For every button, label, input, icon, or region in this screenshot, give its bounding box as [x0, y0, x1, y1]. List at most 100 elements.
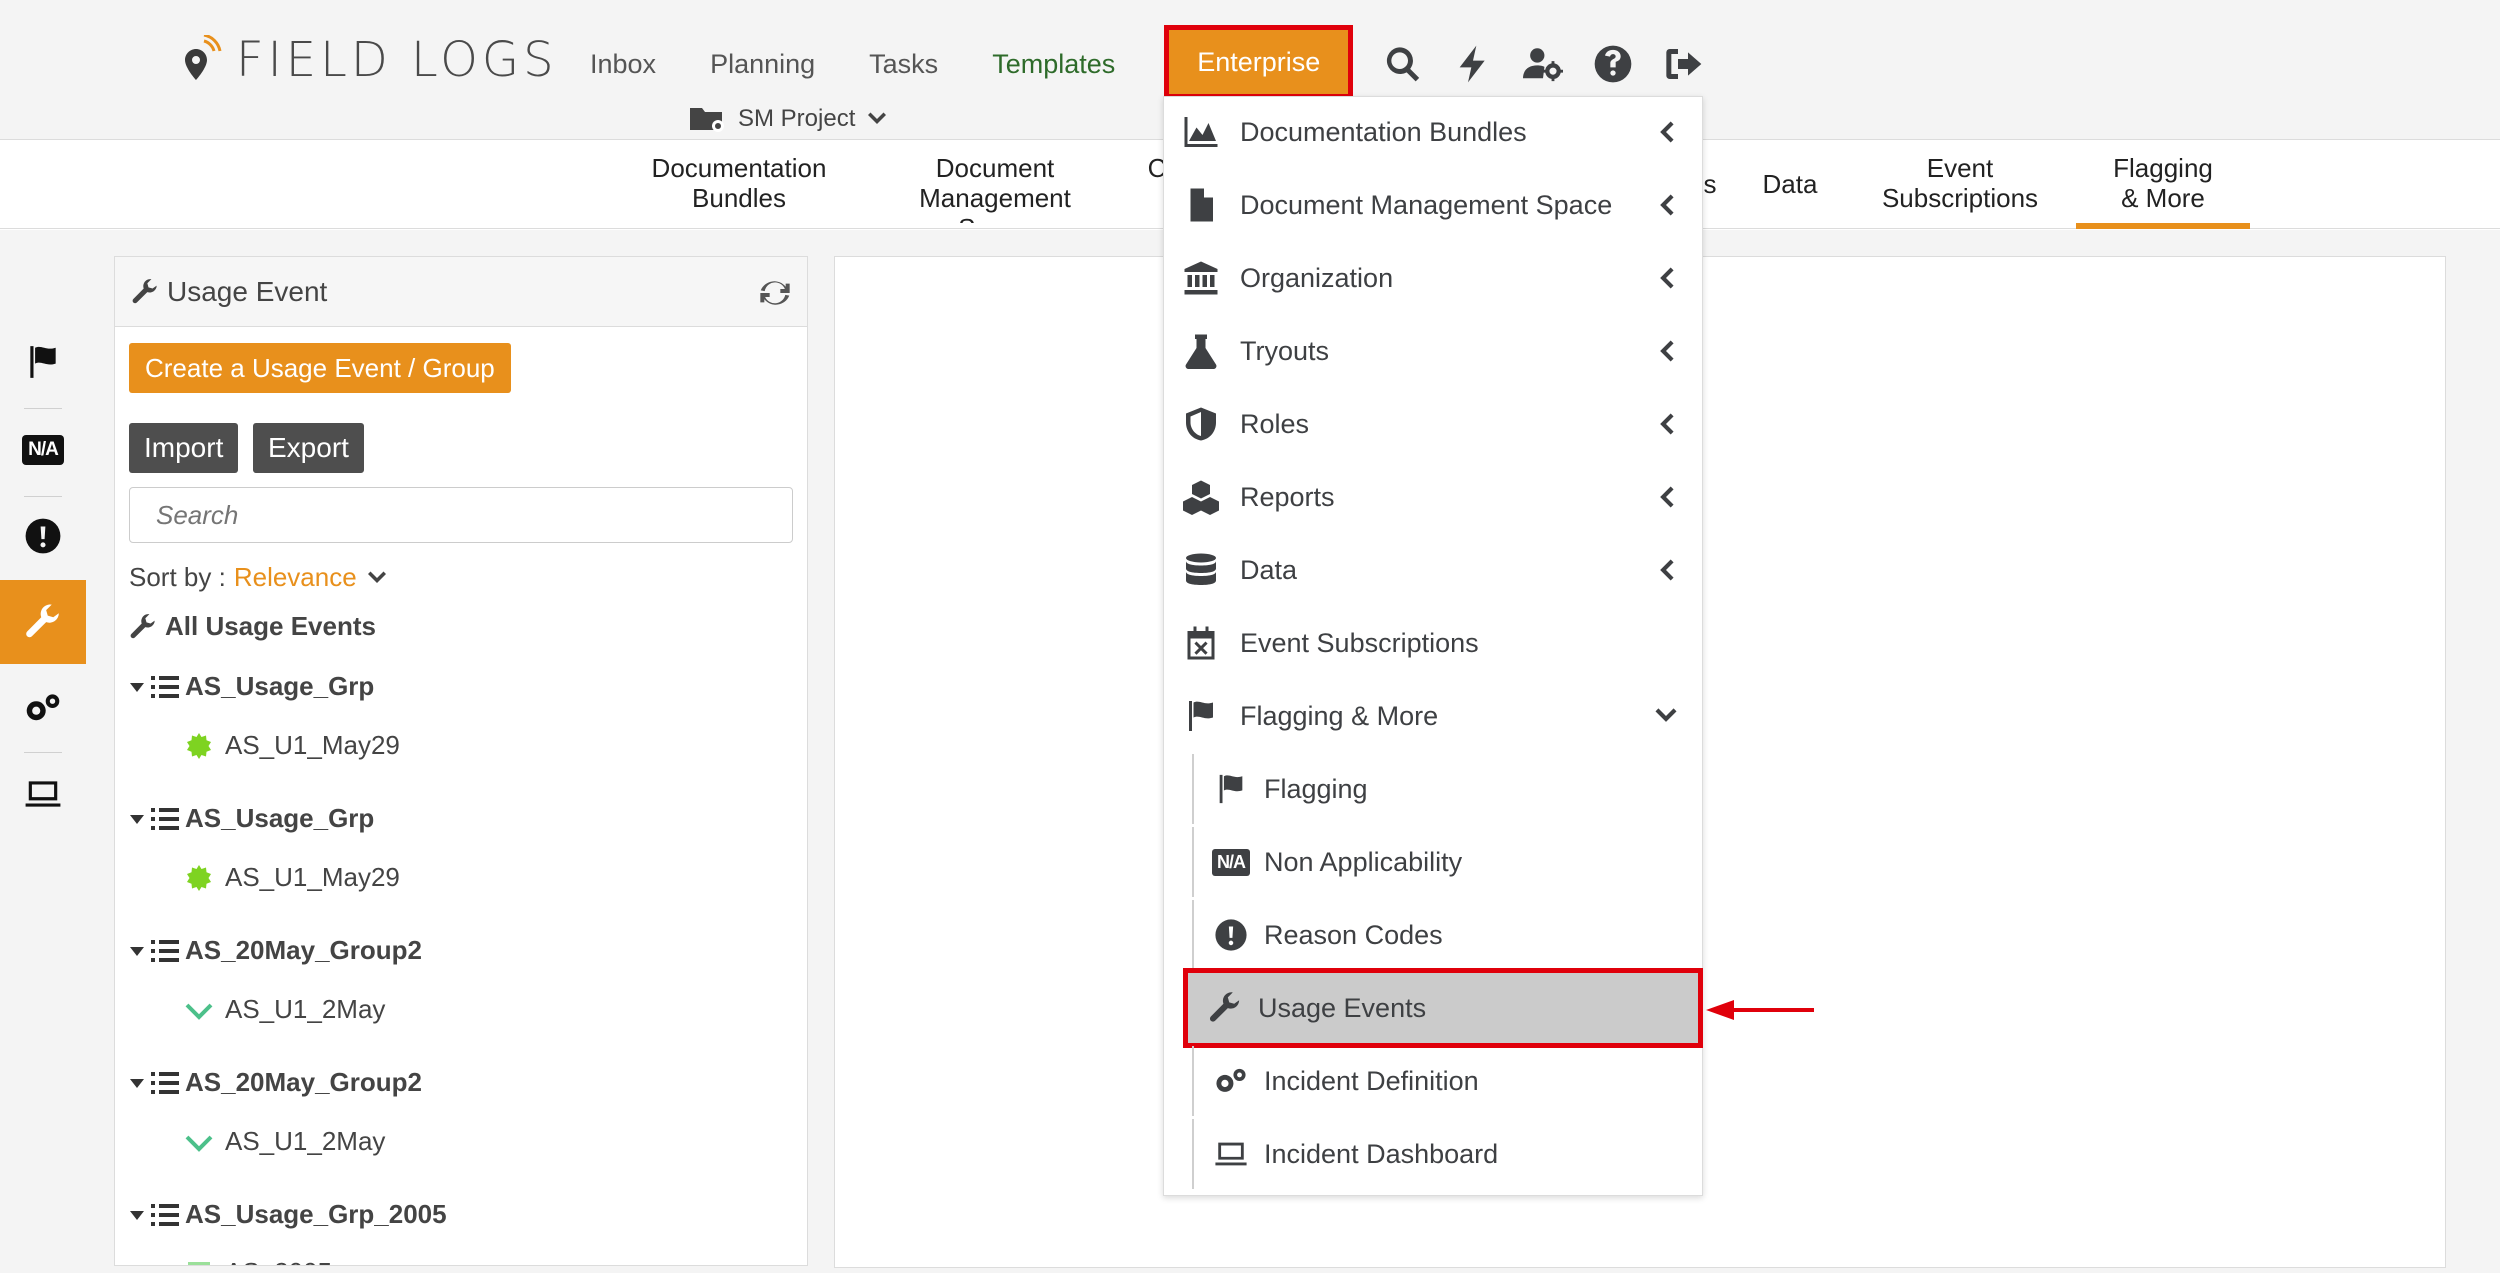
all-usage-events[interactable]: All Usage Events — [129, 611, 376, 642]
na-icon: N/A — [22, 435, 64, 465]
tree-item[interactable]: AS_U1_2May — [185, 994, 385, 1025]
location-pin-icon — [185, 35, 222, 80]
tree-item[interactable]: AS_2005 — [185, 1257, 332, 1265]
refresh-icon — [760, 281, 790, 305]
tree-group[interactable]: AS_20May_Group2 — [129, 1067, 422, 1098]
tree-item[interactable]: AS_U1_2May — [185, 1126, 385, 1157]
menu-item-roles[interactable]: Roles — [1164, 389, 1704, 459]
building-columns-icon — [1184, 261, 1218, 295]
tab-flagging-more[interactable]: Flagging & More — [2076, 153, 2250, 229]
import-button[interactable]: Import — [129, 423, 239, 473]
menu-item-data[interactable]: Data — [1164, 535, 1704, 605]
sort-by[interactable]: Sort by : Relevance — [129, 562, 389, 593]
rail-non-applicability[interactable]: N/A — [0, 408, 86, 492]
group-name: AS_20May_Group2 — [185, 935, 422, 965]
shield-icon — [1186, 407, 1216, 441]
menu-item-tryouts[interactable]: Tryouts — [1164, 316, 1704, 386]
refresh-button[interactable] — [759, 277, 791, 309]
caret-down-icon — [130, 814, 144, 824]
check-icon — [185, 1003, 213, 1020]
rail-incident-definition[interactable] — [0, 666, 86, 750]
rail-reason-codes[interactable] — [0, 494, 86, 578]
logo-text: FIELD LOGS — [236, 32, 558, 88]
nav-enterprise[interactable]: Enterprise — [1164, 25, 1354, 99]
na-icon: N/A — [1212, 848, 1250, 876]
help-button[interactable] — [1588, 39, 1638, 89]
submenu-item-incident-dashboard[interactable]: Incident Dashboard — [1192, 1119, 1698, 1189]
submenu-item-incident-definition[interactable]: Incident Definition — [1192, 1046, 1698, 1116]
left-icon-rail: N/A — [0, 230, 86, 1273]
nav-tasks[interactable]: Tasks — [869, 39, 938, 89]
item-name: AS_U1_2May — [225, 994, 386, 1024]
submenu-item-reason-codes[interactable]: Reason Codes — [1192, 900, 1698, 970]
panel-header: Usage Event — [115, 257, 807, 327]
panel-title: Usage Event — [167, 275, 328, 307]
chevron-left-icon — [1660, 340, 1674, 362]
tree-item[interactable]: AS_U1_May29 — [185, 730, 400, 761]
rail-flagging[interactable] — [0, 320, 86, 404]
tree-group[interactable]: AS_Usage_Grp_2005 — [129, 1199, 447, 1230]
submenu-item-label: Flagging — [1264, 773, 1368, 804]
nav-planning[interactable]: Planning — [710, 39, 815, 89]
cogs-icon — [26, 694, 60, 721]
quick-actions-button[interactable] — [1448, 39, 1498, 89]
chevron-left-icon — [1660, 486, 1674, 508]
submenu-item-usage-events[interactable]: Usage Events — [1183, 968, 1703, 1048]
menu-item-event-subscriptions[interactable]: Event Subscriptions — [1164, 608, 1704, 678]
sort-value[interactable]: Relevance — [234, 562, 357, 593]
flag-icon — [30, 346, 56, 378]
chevron-left-icon — [1660, 194, 1674, 216]
menu-item-label: Flagging & More — [1240, 700, 1439, 731]
menu-item-documentation-bundles[interactable]: Documentation Bundles — [1164, 97, 1704, 167]
menu-item-reports[interactable]: Reports — [1164, 462, 1704, 532]
group-name: AS_20May_Group2 — [185, 1067, 422, 1097]
tab-event-subscriptions[interactable]: Event Subscriptions — [1875, 153, 2045, 213]
rail-usage-events[interactable] — [0, 580, 86, 664]
caret-down-icon — [130, 946, 144, 956]
project-selector[interactable]: SM Project — [688, 104, 901, 134]
menu-item-label: Documentation Bundles — [1240, 116, 1527, 147]
menu-item-document-management-space[interactable]: Document Management Space — [1164, 170, 1704, 240]
menu-item-label: Data — [1240, 554, 1298, 585]
submenu-item-label: Incident Dashboard — [1264, 1138, 1499, 1169]
list-icon — [151, 675, 179, 698]
search-input[interactable] — [129, 487, 793, 543]
sort-label: Sort by : — [129, 562, 226, 592]
tab-data[interactable]: Data — [1760, 169, 1820, 199]
top-nav: Inbox Planning Tasks Templates Enterpris… — [590, 25, 1728, 99]
create-usage-event-button[interactable]: Create a Usage Event / Group — [129, 343, 511, 393]
annotation-arrow-icon — [1706, 1000, 1814, 1020]
cogs-icon — [1216, 1068, 1246, 1092]
submenu-item-flagging[interactable]: Flagging — [1192, 754, 1698, 824]
list-icon — [151, 1203, 179, 1226]
tree-group[interactable]: AS_Usage_Grp — [129, 803, 374, 834]
submenu-item-label: Usage Events — [1258, 992, 1427, 1023]
chevron-down-icon — [1655, 708, 1677, 722]
nav-inbox[interactable]: Inbox — [590, 39, 656, 89]
search-button[interactable] — [1378, 39, 1428, 89]
tab-document-management-space[interactable]: Document Management Space — [912, 153, 1078, 223]
group-name: AS_Usage_Grp — [185, 671, 375, 701]
item-name: AS_2005 — [225, 1257, 332, 1265]
nav-templates[interactable]: Templates — [992, 39, 1115, 89]
tree-group[interactable]: AS_Usage_Grp — [129, 671, 374, 702]
tree-item[interactable]: AS_U1_May29 — [185, 862, 400, 893]
database-icon — [1186, 553, 1216, 585]
flag-icon — [1219, 774, 1243, 804]
tree-group[interactable]: AS_20May_Group2 — [129, 935, 422, 966]
menu-item-organization[interactable]: Organization — [1164, 243, 1704, 313]
logout-button[interactable] — [1658, 39, 1708, 89]
list-icon — [151, 939, 179, 962]
calendar-x-icon — [1187, 626, 1215, 660]
app-logo[interactable]: FIELD LOGS — [180, 30, 558, 90]
export-button[interactable]: Export — [253, 423, 364, 473]
menu-item-flagging-more[interactable]: Flagging & More — [1164, 681, 1704, 751]
tab-documentation-bundles[interactable]: Documentation Bundles — [646, 153, 832, 213]
submenu-item-non-applicability[interactable]: N/A Non Applicability — [1192, 827, 1698, 897]
group-name: AS_Usage_Grp — [185, 803, 375, 833]
laptop-icon — [25, 781, 61, 807]
rail-incident-dashboard[interactable] — [0, 752, 86, 836]
caret-down-icon — [130, 682, 144, 692]
user-settings-button[interactable] — [1518, 39, 1568, 89]
search-icon — [1387, 47, 1420, 82]
